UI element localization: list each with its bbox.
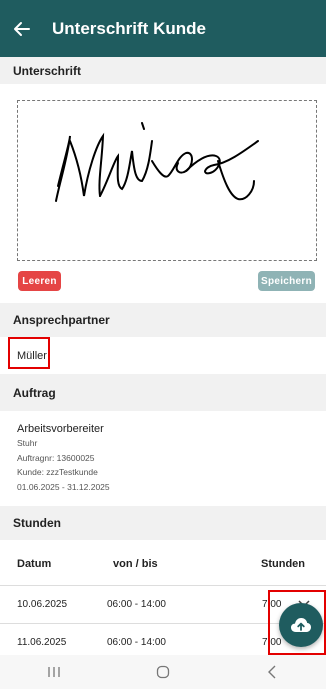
arrow-left-icon <box>14 21 30 36</box>
home-icon <box>156 665 170 679</box>
clear-button[interactable]: Leeren <box>18 271 61 291</box>
order-details: Arbeitsvorbereiter Stuhr Auftragnr: 1360… <box>17 423 110 494</box>
system-nav-bar <box>0 655 326 689</box>
order-title: Arbeitsvorbereiter <box>17 423 104 435</box>
row-time: 06:00 - 14:00 <box>107 637 166 648</box>
column-hours: Stunden <box>261 558 305 570</box>
signature-drawing <box>55 122 259 202</box>
highlight-contact-name <box>8 337 50 369</box>
row-date: 11.06.2025 <box>17 637 67 648</box>
back-button[interactable] <box>0 0 44 57</box>
order-number: Auftragnr: 13600025 <box>17 452 95 463</box>
hours-section-header: Stunden <box>0 506 326 540</box>
order-customer: Kunde: zzzTestkunde <box>17 467 98 477</box>
order-section-label: Auftrag <box>13 385 56 400</box>
contact-section-label: Ansprechpartner <box>13 313 110 327</box>
recent-apps-button[interactable] <box>24 655 84 689</box>
page-title: Unterschrift Kunde <box>52 18 206 38</box>
save-button-label: Speichern <box>260 275 313 287</box>
recent-apps-icon <box>48 667 60 677</box>
hours-table-header: Datum von / bis Stunden <box>0 540 326 586</box>
app-bar: Unterschrift Kunde <box>0 0 326 57</box>
row-date: 10.06.2025 <box>17 599 68 610</box>
row-time: 06:00 - 14:00 <box>107 599 166 610</box>
order-period: 01.06.2025 - 31.12.2025 <box>17 481 110 492</box>
signature-section-label: Unterschrift <box>13 63 82 78</box>
column-date: Datum <box>17 558 52 570</box>
order-location: Stuhr <box>17 438 38 448</box>
clear-button-label: Leeren <box>22 275 57 287</box>
home-nav-button[interactable] <box>133 655 193 689</box>
nav-back-icon <box>267 665 276 679</box>
signature-pad[interactable] <box>17 100 317 261</box>
save-button[interactable]: Speichern <box>258 271 315 291</box>
order-section-header: Auftrag <box>0 374 326 411</box>
signature-section-header: Unterschrift <box>0 57 326 84</box>
contact-section-header: Ansprechpartner <box>0 303 326 337</box>
column-time: von / bis <box>113 558 158 570</box>
back-nav-button[interactable] <box>242 655 302 689</box>
order-section: Arbeitsvorbereiter Stuhr Auftragnr: 1360… <box>0 411 326 506</box>
hours-section-label: Stunden <box>13 516 61 530</box>
highlight-upload-button <box>268 590 326 655</box>
